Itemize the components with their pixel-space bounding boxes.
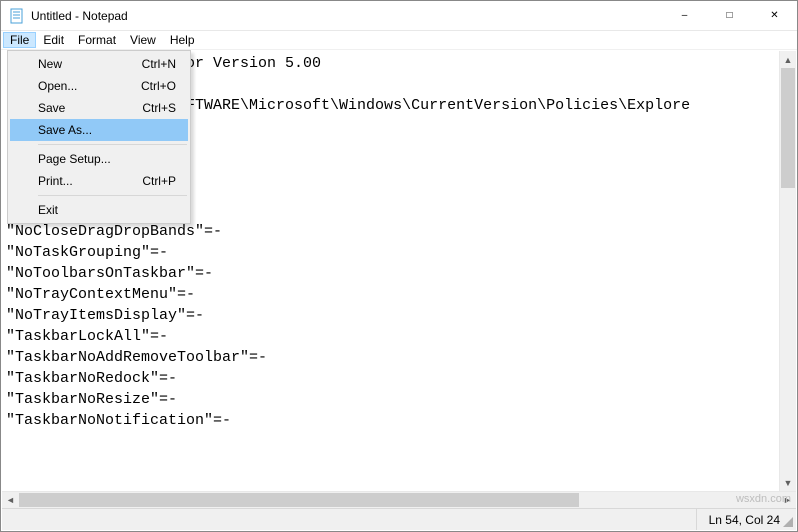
scroll-down-arrow-icon[interactable]: ▼: [780, 474, 796, 491]
menu-file[interactable]: File: [3, 32, 36, 48]
menu-bar: File Edit Format View Help: [1, 31, 797, 50]
menu-view[interactable]: View: [123, 32, 163, 48]
menu-item-shortcut: Ctrl+S: [142, 101, 176, 115]
menu-format[interactable]: Format: [71, 32, 123, 48]
window-title: Untitled - Notepad: [31, 9, 128, 23]
menu-separator: [38, 195, 187, 196]
menu-item-shortcut: Ctrl+N: [142, 57, 176, 71]
menu-item-shortcut: Ctrl+P: [142, 174, 176, 188]
horizontal-scrollbar[interactable]: ◄ ►: [2, 491, 796, 508]
menu-item-shortcut: Ctrl+O: [141, 79, 176, 93]
scroll-up-arrow-icon[interactable]: ▲: [780, 51, 796, 68]
cursor-position: Ln 54, Col 24: [696, 509, 792, 530]
menu-item-label: Save As...: [38, 123, 92, 137]
menu-item-label: Exit: [38, 203, 58, 217]
menu-item-new[interactable]: New Ctrl+N: [10, 53, 188, 75]
close-button[interactable]: ✕: [752, 1, 797, 30]
menu-item-label: New: [38, 57, 62, 71]
menu-item-label: Page Setup...: [38, 152, 111, 166]
watermark: wsxdn.com: [736, 493, 791, 505]
vertical-scrollbar[interactable]: ▲ ▼: [779, 51, 796, 491]
scroll-left-arrow-icon[interactable]: ◄: [2, 492, 19, 508]
menu-item-page-setup[interactable]: Page Setup...: [10, 148, 188, 170]
menu-item-print[interactable]: Print... Ctrl+P: [10, 170, 188, 192]
menu-separator: [38, 144, 187, 145]
status-bar: Ln 54, Col 24: [2, 508, 796, 530]
menu-item-label: Print...: [38, 174, 73, 188]
menu-item-label: Open...: [38, 79, 77, 93]
menu-item-exit[interactable]: Exit: [10, 199, 188, 221]
maximize-button[interactable]: □: [707, 1, 752, 30]
resize-grip-icon[interactable]: [780, 514, 794, 528]
vertical-scroll-thumb[interactable]: [781, 68, 795, 188]
menu-item-open[interactable]: Open... Ctrl+O: [10, 75, 188, 97]
menu-item-save-as[interactable]: Save As...: [10, 119, 188, 141]
menu-item-label: Save: [38, 101, 65, 115]
menu-edit[interactable]: Edit: [36, 32, 71, 48]
menu-item-save[interactable]: Save Ctrl+S: [10, 97, 188, 119]
minimize-button[interactable]: –: [662, 1, 707, 30]
title-bar: Untitled - Notepad – □ ✕: [1, 1, 797, 31]
notepad-icon: [9, 8, 25, 24]
menu-help[interactable]: Help: [163, 32, 202, 48]
horizontal-scroll-thumb[interactable]: [19, 493, 579, 507]
file-menu-dropdown: New Ctrl+N Open... Ctrl+O Save Ctrl+S Sa…: [7, 50, 191, 224]
